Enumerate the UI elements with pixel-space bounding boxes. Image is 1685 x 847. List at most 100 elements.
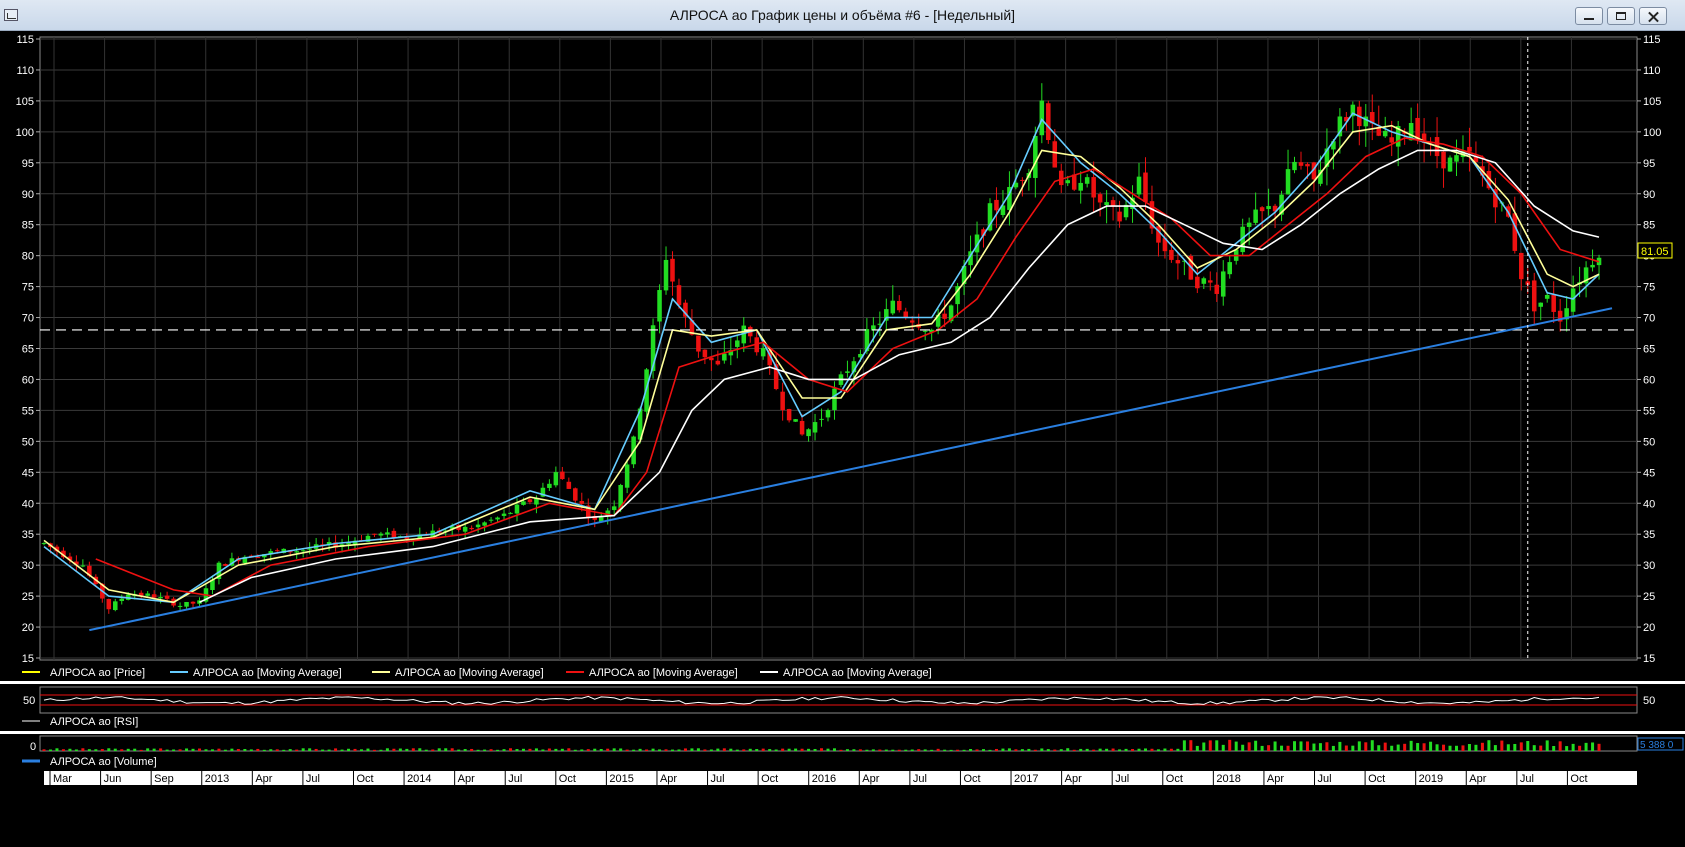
time-axis[interactable] [44,771,1637,785]
volume-bar [301,748,305,751]
y-tick-label: 110 [1643,65,1661,77]
title-bar[interactable]: АЛРОСА ао График цены и объёма #6 - [Нед… [0,0,1685,31]
volume-bar [243,749,247,751]
candle-body [1570,288,1576,312]
moving-averages [43,112,1600,604]
time-tick-label: Oct [559,773,576,785]
legend-price[interactable]: АЛРОСА ао [Price] [50,667,145,679]
candle-body [1285,169,1291,195]
candle-body [1220,271,1226,297]
volume-bar [625,749,629,751]
trendline [89,307,1613,632]
volume-bar [392,748,396,751]
y-tick-label: 85 [22,220,34,232]
volume-bar [1370,740,1374,751]
volume-bar [496,749,500,751]
y-tick-label: 40 [1643,498,1655,510]
y-tick-label: 35 [22,529,34,541]
candle-body [475,524,481,528]
candle-body [1512,213,1518,251]
volume-bar [1338,741,1342,751]
legend-volume[interactable]: АЛРОСА ао [Volume] [50,756,157,768]
volume-bar [599,749,603,751]
candle-body [1169,249,1174,260]
candle-body [1454,155,1459,162]
volume-bar [586,749,590,751]
legend-ma3[interactable]: АЛРОСА ао [Moving Average] [589,667,738,679]
volume-bar [982,749,986,751]
volume-bar [1571,743,1575,751]
volume-bar [1312,743,1316,751]
chart-area[interactable]: 15 20 25 30 35 40 45 50 55 60 65 70 75 80 85 90 95 100 105… [0,31,1685,847]
legend-ma4[interactable]: АЛРОСА ао [Moving Average] [783,667,932,679]
volume-bar [677,749,681,751]
volume-bar [321,749,325,751]
volume-bar [236,749,240,751]
close-button[interactable] [1639,7,1667,25]
time-tick-label: 2016 [812,773,836,785]
y-tick-label: 50 [1643,436,1655,448]
panel-separator-1[interactable] [0,681,1685,684]
legend-rsi[interactable]: АЛРОСА ао [RSI] [50,716,138,728]
volume-bar [204,749,208,751]
candle-body [1201,278,1207,284]
time-tick-label: Oct [1368,773,1385,785]
y-tick-label: 80 [22,251,34,263]
volume-bar [107,748,111,751]
candle-body [1214,284,1220,294]
volume-bar [956,749,960,751]
candle-body [1195,276,1200,289]
candle-body [1292,161,1297,171]
time-tick-label: Apr [1267,773,1284,785]
candle-body [696,335,701,352]
volume-bar [969,749,973,751]
candle-body [624,464,630,488]
minimize-button[interactable] [1575,7,1603,25]
candle-body [1039,100,1045,136]
volume-bar [1409,740,1413,751]
time-tick-label: Apr [458,773,475,785]
volume-bar [437,748,441,751]
panel-separator-2[interactable] [0,731,1685,734]
candle-body [1175,260,1181,264]
volume-bar [1241,744,1245,751]
volume-bar [794,748,798,751]
volume-bar [1526,741,1530,751]
volume-bar [1325,742,1329,751]
y-tick-label: 60 [1643,374,1655,386]
candle-body [1551,294,1556,312]
volume-bar [146,748,150,751]
y-tick-label: 45 [1643,467,1655,479]
candle-body [560,471,565,480]
y-tick-label: 90 [1643,189,1655,201]
candle-body [1441,151,1446,169]
volume-bar [878,749,882,751]
candle-body [676,285,682,306]
volume-bar [820,748,824,751]
volume-bar [1331,745,1335,751]
candle-body [255,557,261,559]
candle-body [119,598,125,602]
volume-bar [1318,743,1322,751]
y-tick-label: 55 [22,405,34,417]
candle-body [1389,137,1394,143]
y-tick-label: 115 [1643,34,1661,46]
volume-bar [509,748,513,751]
legend-ma1[interactable]: АЛРОСА ао [Moving Average] [193,667,342,679]
volume-bar [949,749,953,751]
legend-ma2[interactable]: АЛРОСА ао [Moving Average] [395,667,544,679]
volume-bar [185,748,189,751]
y-tick-label: 90 [22,189,34,201]
chart-svg[interactable]: 15 20 25 30 35 40 45 50 55 60 65 70 75 80 85 90 95 100 105… [0,31,1685,847]
y-tick-label: 20 [1643,622,1655,634]
volume-bar [450,748,454,751]
volume-bar [722,748,726,751]
candle-body [1382,130,1388,137]
maximize-button[interactable] [1607,7,1635,25]
volume-bar [1163,748,1167,751]
volume-bar [683,748,687,751]
y-tick-label: 20 [22,622,34,634]
volume-bar [476,749,480,751]
volume-bar [528,748,532,751]
volume-bar [787,748,791,751]
